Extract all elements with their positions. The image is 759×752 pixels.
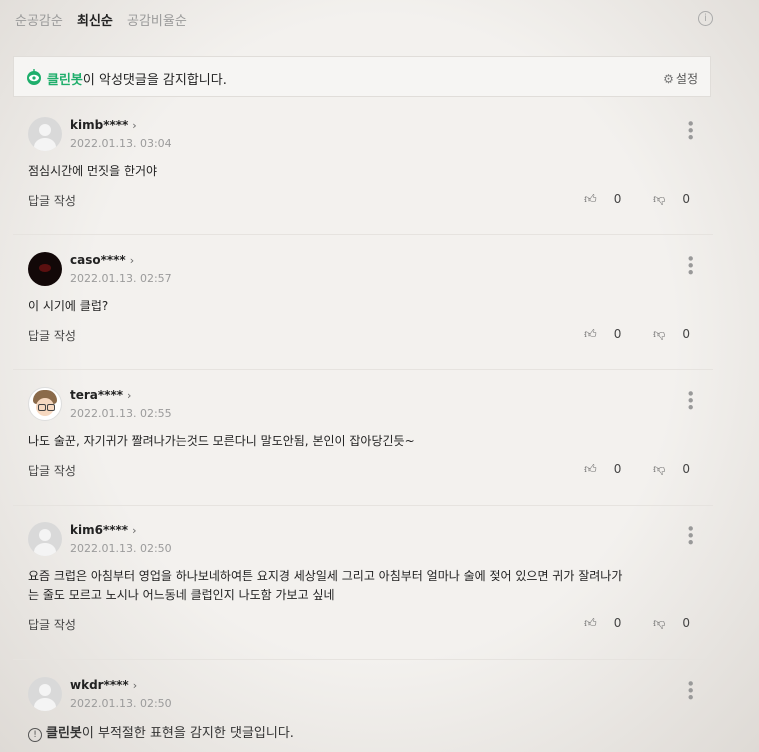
vote-controls: 👍︎ 0 👎︎ 0	[556, 616, 690, 631]
comment-text: 점심시간에 먼짓을 한거야	[28, 164, 158, 178]
chevron-right-icon: ›	[132, 524, 137, 537]
more-options-icon[interactable]: •••	[681, 389, 699, 410]
reply-button[interactable]: 답글 작성	[28, 616, 76, 633]
divider	[13, 234, 713, 235]
sort-tab-likes[interactable]: 순공감순	[15, 14, 63, 29]
thumbs-up-icon: 👍︎	[584, 192, 597, 206]
dislike-button[interactable]: 👎︎ 0	[639, 462, 690, 476]
thumbs-down-icon: 👎︎	[653, 616, 666, 630]
divider	[13, 369, 713, 370]
comment-date: 2022.01.13. 02:57	[70, 272, 172, 285]
vote-controls: 👍︎ 0 👎︎ 0	[556, 327, 690, 342]
thumbs-up-icon: 👍︎	[584, 616, 597, 630]
vote-controls: 👍︎ 0 👎︎ 0	[556, 462, 690, 477]
settings-label: 설정	[675, 72, 698, 86]
comment-nickname[interactable]: wkdr**** ›	[70, 678, 137, 692]
comment-date: 2022.01.13. 03:04	[70, 137, 172, 150]
comment-text-line: 는 줄도 모르고 노시나 어느동네 클럽인지 나도함 가보고 싶네	[28, 588, 335, 602]
dislike-button[interactable]: 👎︎ 0	[639, 616, 690, 630]
more-options-icon[interactable]: •••	[681, 524, 699, 545]
reply-button[interactable]: 답글 작성	[28, 462, 76, 479]
comment-item: kimb**** › 2022.01.13. 03:04 ••• 점심시간에 먼짓…	[28, 117, 718, 217]
chevron-right-icon: ›	[132, 679, 138, 692]
cleanbot-message-text: 이 악성댓글을 감지합니다.	[82, 73, 227, 88]
like-button[interactable]: 👍︎ 0	[570, 616, 621, 630]
sort-tab-ratio[interactable]: 공감비율순	[127, 14, 187, 29]
comment-text: 요즘 크럽은 아침부터 영업을 하나보네하여튼 요지경 세상일세 그리고 아침부…	[28, 567, 668, 605]
cleanbot-settings-button[interactable]: ⚙ 설정	[663, 70, 698, 87]
cleanbot-brand: 클린봇	[47, 73, 83, 88]
thumbs-down-icon: 👎︎	[653, 327, 666, 341]
dislike-button[interactable]: 👎︎ 0	[639, 327, 690, 341]
info-icon[interactable]: i	[698, 11, 713, 26]
avatar[interactable]	[28, 677, 62, 711]
comment-date: 2022.01.13. 02:50	[70, 542, 172, 555]
like-button[interactable]: 👍︎ 0	[570, 192, 621, 206]
more-options-icon[interactable]: •••	[681, 254, 699, 275]
comment-nickname[interactable]: kimb**** ›	[70, 118, 137, 132]
chevron-right-icon: ›	[129, 254, 135, 267]
comment-text: 나도 술꾼, 자기귀가 짤려나가는것드 모른다니 말도안됨, 본인이 잡아당긴듯…	[28, 434, 415, 448]
thumbs-down-icon: 👎︎	[653, 192, 666, 206]
comment-date: 2022.01.13. 02:55	[70, 407, 172, 420]
cleanbot-message: 클린봇이 악성댓글을 감지합니다.	[47, 69, 227, 88]
comment-text: 이 시기에 클럽?	[28, 299, 109, 313]
gear-icon: ⚙	[663, 72, 674, 86]
sort-tab-latest[interactable]: 최신순	[77, 14, 113, 29]
comment-date: 2022.01.13. 02:50	[70, 697, 172, 710]
more-options-icon[interactable]: •••	[681, 119, 699, 140]
comment-item: kim6**** › 2022.01.13. 02:50 ••• 요즘 크럽은 아…	[28, 522, 718, 642]
divider	[13, 659, 713, 660]
more-options-icon[interactable]: •••	[681, 679, 699, 700]
chevron-right-icon: ›	[132, 119, 137, 132]
thumbs-up-icon: 👍︎	[584, 327, 597, 341]
chevron-right-icon: ›	[127, 389, 132, 402]
avatar[interactable]	[28, 387, 62, 421]
cleanbot-banner: 클린봇이 악성댓글을 감지합니다. ⚙ 설정	[13, 56, 711, 97]
cleanbot-icon	[27, 69, 41, 85]
thumbs-down-icon: 👎︎	[653, 462, 666, 476]
avatar[interactable]	[28, 522, 62, 556]
comment-nickname[interactable]: kim6**** ›	[70, 523, 136, 537]
dislike-button[interactable]: 👎︎ 0	[639, 192, 690, 206]
comment-nickname[interactable]: caso**** ›	[70, 253, 134, 267]
sort-tabs: 순공감순 최신순 공감비율순	[15, 10, 197, 29]
cleanbot-brand: 클린봇	[46, 726, 82, 741]
like-button[interactable]: 👍︎ 0	[570, 462, 621, 476]
thumbs-up-icon: 👍︎	[584, 462, 597, 476]
reply-button[interactable]: 답글 작성	[28, 192, 76, 209]
warning-icon: !	[28, 728, 42, 742]
blocked-comment-notice: ! 클린봇이 부적절한 표현을 감지한 댓글입니다.	[28, 722, 294, 742]
divider	[13, 505, 713, 506]
comment-nickname[interactable]: tera**** ›	[70, 388, 131, 402]
like-button[interactable]: 👍︎ 0	[570, 327, 621, 341]
comment-item: wkdr**** › 2022.01.13. 02:50 •••	[28, 677, 718, 717]
comment-item: caso**** › 2022.01.13. 02:57 ••• 이 시기에 클럽…	[28, 252, 718, 352]
blocked-notice-text: 이 부적절한 표현을 감지한 댓글입니다.	[81, 726, 294, 741]
avatar[interactable]	[28, 252, 62, 286]
vote-controls: 👍︎ 0 👎︎ 0	[556, 192, 690, 207]
reply-button[interactable]: 답글 작성	[28, 327, 76, 344]
comment-text-line: 요즘 크럽은 아침부터 영업을 하나보네하여튼 요지경 세상일세 그리고 아침부…	[28, 569, 623, 583]
avatar[interactable]	[28, 117, 62, 151]
comment-item: tera**** › 2022.01.13. 02:55 ••• 나도 술꾼, 자…	[28, 387, 718, 487]
